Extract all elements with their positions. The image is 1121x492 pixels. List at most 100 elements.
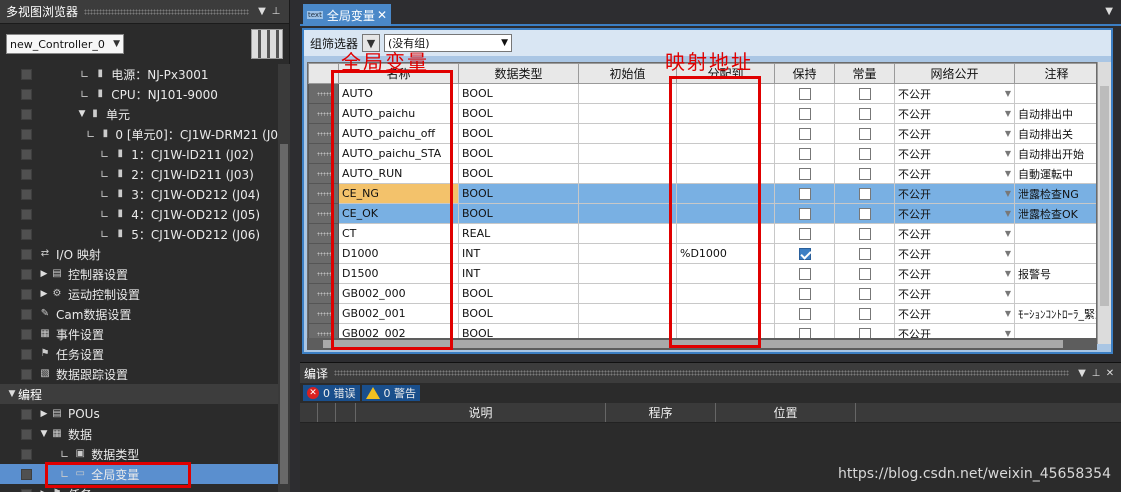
cell-retain[interactable] [774,83,835,104]
cell-comment[interactable] [1014,243,1096,264]
cell-initial-value[interactable] [578,103,677,124]
retain-checkbox[interactable] [798,167,811,180]
const-checkbox[interactable] [858,167,871,180]
column-header[interactable]: 常量 [834,63,895,84]
cell-initial-value[interactable] [578,83,677,104]
cell-const[interactable] [834,143,895,164]
const-checkbox[interactable] [858,267,871,280]
chevron-down-icon[interactable]: ▼ [1005,129,1011,138]
const-checkbox[interactable] [858,187,871,200]
table-vertical-scrollbar[interactable] [1097,62,1111,344]
cell-const[interactable] [834,223,895,244]
cell-initial-value[interactable] [578,303,677,324]
column-header[interactable]: 网络公开 [894,63,1015,84]
cell-comment[interactable]: 自动排出中 [1014,103,1096,124]
cell-network-publish[interactable]: 不公开 ▼ [894,303,1015,324]
cell-data-type[interactable]: BOOL [458,103,579,124]
cell-retain[interactable] [774,203,835,224]
warning-filter-button[interactable]: 0 警告 [361,385,420,401]
cell-network-publish[interactable]: 不公开 ▼ [894,263,1015,284]
cell-initial-value[interactable] [578,163,677,184]
retain-checkbox[interactable] [798,127,811,140]
cell-initial-value[interactable] [578,143,677,164]
tree-item[interactable]: ∟ ▮ 1：CJ1W-ID211 (J02) [0,144,278,164]
const-checkbox[interactable] [858,247,871,260]
cell-network-publish[interactable]: 不公开 ▼ [894,243,1015,264]
tree-item[interactable]: ⇄ I/O 映射 [0,244,278,264]
cell-retain[interactable] [774,223,835,244]
cell-retain[interactable] [774,103,835,124]
table-vertical-scrollbar-thumb[interactable] [1100,86,1109,306]
drag-grip[interactable] [334,370,1069,376]
cell-const[interactable] [834,303,895,324]
chevron-down-icon[interactable]: ▼ [1005,149,1011,158]
tree-item[interactable]: ∟ ▮ 4：CJ1W-OD212 (J05) [0,204,278,224]
cell-const[interactable] [834,123,895,144]
tree-item[interactable]: ▶ ▤ 控制器设置 [0,264,278,284]
column-header[interactable]: 初始值 [578,63,677,84]
column-header[interactable]: 保持 [774,63,835,84]
column-header[interactable]: 注释 [1014,63,1096,84]
controller-icon[interactable] [251,29,283,59]
tree-item[interactable]: ▦ 事件设置 [0,324,278,344]
cell-const[interactable] [834,103,895,124]
cell-network-publish[interactable]: 不公开 ▼ [894,83,1015,104]
cell-network-publish[interactable]: 不公开 ▼ [894,103,1015,124]
cell-const[interactable] [834,163,895,184]
cell-comment[interactable] [1014,283,1096,304]
const-checkbox[interactable] [858,227,871,240]
retain-checkbox[interactable] [798,207,811,220]
cell-data-type[interactable]: BOOL [458,143,579,164]
tab-global-variables[interactable]: text 全局变量 ✕ [303,4,391,26]
tab-list-dropdown-icon[interactable]: ▼ [1105,6,1113,17]
cell-retain[interactable] [774,283,835,304]
col-location[interactable]: 位置 [716,403,856,422]
cell-comment[interactable]: 泄露检查OK [1014,203,1096,224]
retain-checkbox[interactable] [798,247,811,260]
cell-comment[interactable]: 泄露检查NG [1014,183,1096,204]
cell-comment[interactable] [1014,223,1096,244]
cell-comment[interactable] [1014,83,1096,104]
cell-data-type[interactable]: BOOL [458,83,579,104]
chevron-down-icon[interactable]: ▼ [1005,169,1011,178]
retain-checkbox[interactable] [798,307,811,320]
chevron-down-icon[interactable]: ▼ [1005,229,1011,238]
cell-initial-value[interactable] [578,223,677,244]
cell-const[interactable] [834,283,895,304]
cell-comment[interactable]: 报警号 [1014,263,1096,284]
collapse-icon[interactable]: ▼ [38,429,50,439]
cell-data-type[interactable]: REAL [458,223,579,244]
const-checkbox[interactable] [858,87,871,100]
drag-grip[interactable] [84,8,249,15]
cell-initial-value[interactable] [578,283,677,304]
column-header[interactable]: 数据类型 [458,63,579,84]
tree-item[interactable]: ∟ ▮ 2：CJ1W-ID211 (J03) [0,164,278,184]
retain-checkbox[interactable] [798,267,811,280]
chevron-down-icon[interactable]: ▼ [1005,109,1011,118]
retain-checkbox[interactable] [798,227,811,240]
expand-icon[interactable]: ▶ [38,269,50,279]
col-program[interactable]: 程序 [606,403,716,422]
retain-checkbox[interactable] [798,147,811,160]
retain-checkbox[interactable] [798,87,811,100]
cell-network-publish[interactable]: 不公开 ▼ [894,123,1015,144]
cell-comment[interactable]: ﾓｰｼｮﾝｺﾝﾄﾛｰﾗ_緊急 [1014,303,1096,324]
close-icon[interactable]: ✕ [377,8,387,22]
cell-retain[interactable] [774,123,835,144]
cell-network-publish[interactable]: 不公开 ▼ [894,143,1015,164]
const-checkbox[interactable] [858,127,871,140]
tree-item[interactable]: ▼ ▦ 数据 [0,424,278,444]
cell-data-type[interactable]: BOOL [458,163,579,184]
expand-icon[interactable]: ▶ [38,289,50,299]
cell-data-type[interactable]: BOOL [458,283,579,304]
cell-data-type[interactable]: INT [458,243,579,264]
dropdown-icon[interactable]: ▼ [1075,368,1089,379]
tree-item[interactable]: ▶ ▤ POUs [0,404,278,424]
cell-retain[interactable] [774,243,835,264]
chevron-down-icon[interactable]: ▼ [1005,329,1011,338]
tree-scrollbar-thumb[interactable] [280,144,288,484]
tree-item[interactable]: ▧ 数据跟踪设置 [0,364,278,384]
cell-data-type[interactable]: BOOL [458,183,579,204]
cell-initial-value[interactable] [578,123,677,144]
const-checkbox[interactable] [858,107,871,120]
